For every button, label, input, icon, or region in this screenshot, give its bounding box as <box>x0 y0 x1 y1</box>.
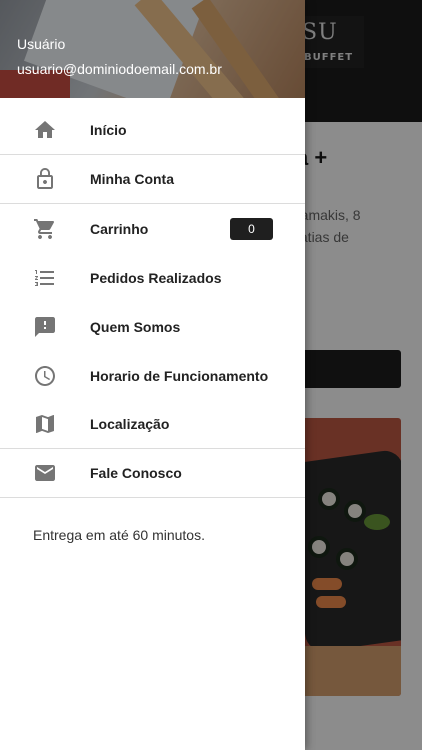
mail-icon <box>33 461 57 485</box>
menu-item-horario-de-funcionamento[interactable]: Horario de Funcionamento <box>0 351 305 400</box>
menu-item-label: Quem Somos <box>90 318 181 335</box>
menu-item-quem-somos[interactable]: Quem Somos <box>0 302 305 351</box>
feedback-icon <box>33 315 57 339</box>
menu-item-label: Horario de Funcionamento <box>90 367 269 384</box>
lock-icon <box>33 167 57 191</box>
menu-item-localizacao[interactable]: Localização <box>0 400 305 449</box>
menu-item-label: Início <box>90 122 127 138</box>
map-icon <box>33 412 57 436</box>
cart-count-badge: 0 <box>230 217 273 240</box>
menu-item-label: Carrinho <box>90 220 149 237</box>
menu-item-minha-conta[interactable]: Minha Conta <box>0 155 305 204</box>
menu-item-label: Fale Conosco <box>90 465 182 481</box>
menu-item-carrinho[interactable]: Carrinho 0 <box>0 204 305 253</box>
numbered-list-icon <box>33 266 57 290</box>
user-email: usuario@dominiodoemail.com.br <box>17 61 222 77</box>
delivery-time-note: Entrega em até 60 minutos. <box>33 527 205 543</box>
navigation-drawer: Usuário usuario@dominiodoemail.com.br In… <box>0 0 305 750</box>
menu-item-label: Localização <box>90 416 170 432</box>
menu-item-label: Pedidos Realizados <box>90 269 222 286</box>
home-icon <box>33 118 57 142</box>
menu-item-pedidos-realizados[interactable]: Pedidos Realizados <box>0 253 305 302</box>
cart-icon <box>33 217 57 241</box>
drawer-menu: Início Minha Conta Carrinho 0 Pedidos Re… <box>0 106 305 498</box>
menu-item-inicio[interactable]: Início <box>0 106 305 155</box>
user-name: Usuário <box>17 36 66 52</box>
clock-icon <box>33 364 57 388</box>
menu-item-fale-conosco[interactable]: Fale Conosco <box>0 449 305 498</box>
drawer-header: Usuário usuario@dominiodoemail.com.br <box>0 0 305 98</box>
menu-item-label: Minha Conta <box>90 171 174 187</box>
